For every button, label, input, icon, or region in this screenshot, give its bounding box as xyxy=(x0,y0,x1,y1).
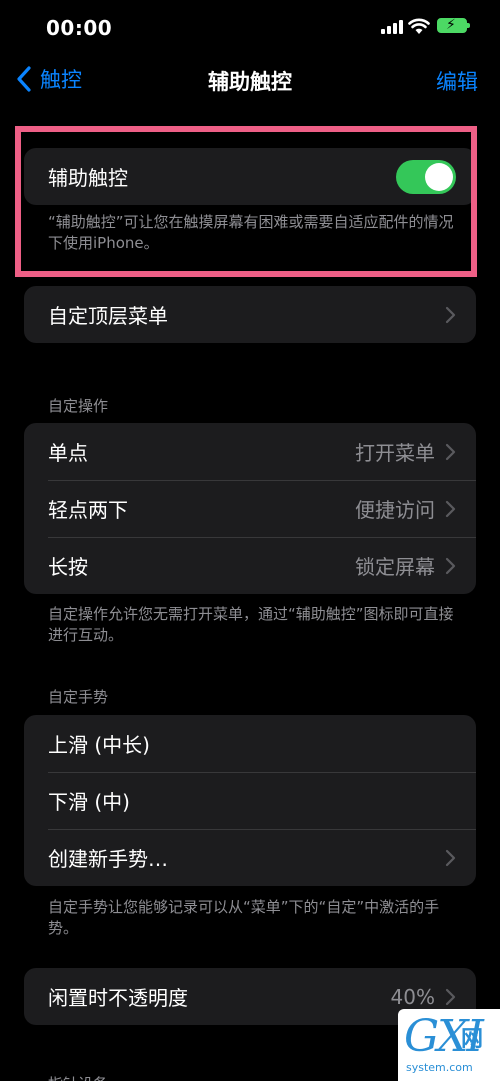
gesture-swipe-down-row[interactable]: 下滑 (中) xyxy=(24,772,476,829)
status-bar: 00:00 ⚡ xyxy=(0,0,500,56)
screen: 00:00 ⚡ 触控 辅助触控 编辑 辅助触控 “辅助触控”可让您在触摸屏幕有困… xyxy=(0,0,500,1081)
customize-top-menu-row[interactable]: 自定顶层菜单 xyxy=(24,286,476,343)
charging-bolt-icon: ⚡ xyxy=(446,17,456,33)
gesture-swipe-down-label: 下滑 (中) xyxy=(48,790,130,814)
status-time: 00:00 xyxy=(46,16,113,40)
single-tap-row[interactable]: 单点 打开菜单 xyxy=(24,423,476,480)
wifi-icon xyxy=(408,18,430,34)
single-tap-label: 单点 xyxy=(48,441,88,465)
assistive-touch-group: 辅助触控 xyxy=(24,148,476,205)
toggle-knob xyxy=(425,162,453,191)
gesture-swipe-up-row[interactable]: 上滑 (中长) xyxy=(24,715,476,772)
custom-gestures-header: 自定手势 xyxy=(48,688,109,706)
customize-top-menu-label: 自定顶层菜单 xyxy=(48,304,168,328)
chevron-right-icon xyxy=(445,849,456,866)
top-menu-group: 自定顶层菜单 xyxy=(24,286,476,343)
double-tap-label: 轻点两下 xyxy=(48,498,128,522)
chevron-right-icon xyxy=(445,500,456,517)
long-press-label: 长按 xyxy=(48,555,88,579)
double-tap-value: 便捷访问 xyxy=(355,498,435,522)
watermark-logo: GXI 网 system.com xyxy=(398,1009,500,1081)
custom-gestures-footer: 自定手势让您能够记录可以从“菜单”下的“自定”中激活的手势。 xyxy=(48,898,440,937)
page-title: 辅助触控 xyxy=(208,70,292,94)
chevron-right-icon xyxy=(445,443,456,460)
pointer-devices-header: 指针设备 xyxy=(48,1073,108,1081)
assistive-touch-toggle[interactable] xyxy=(396,159,456,194)
navigation-bar: 触控 辅助触控 编辑 xyxy=(0,56,500,106)
battery-icon: ⚡ xyxy=(437,17,470,33)
gesture-swipe-up-label: 上滑 (中长) xyxy=(48,733,150,757)
edit-button[interactable]: 编辑 xyxy=(436,66,478,96)
cellular-signal-icon xyxy=(381,20,403,34)
chevron-right-icon xyxy=(445,306,456,323)
chevron-right-icon xyxy=(445,988,456,1005)
custom-actions-group: 单点 打开菜单 轻点两下 便捷访问 长按 锁定屏幕 xyxy=(24,423,476,594)
custom-actions-footer: 自定操作允许您无需打开菜单，通过“辅助触控”图标即可直接进行互动。 xyxy=(48,605,454,644)
assistive-touch-label: 辅助触控 xyxy=(48,166,128,190)
assistive-touch-description: “辅助触控”可让您在触摸屏幕有困难或需要自适应配件的情况下使用iPhone。 xyxy=(48,213,454,252)
watermark-cn-text: 网 xyxy=(461,1027,484,1052)
custom-actions-header: 自定操作 xyxy=(48,397,109,415)
long-press-row[interactable]: 长按 锁定屏幕 xyxy=(24,537,476,594)
long-press-value: 锁定屏幕 xyxy=(355,555,435,579)
double-tap-row[interactable]: 轻点两下 便捷访问 xyxy=(24,480,476,537)
create-new-gesture-label: 创建新手势… xyxy=(48,847,168,871)
idle-opacity-value: 40% xyxy=(390,984,435,1009)
idle-opacity-label: 闲置时不透明度 xyxy=(48,986,188,1010)
assistive-touch-row: 辅助触控 xyxy=(24,148,476,205)
custom-gestures-group: 上滑 (中长) 下滑 (中) 创建新手势… xyxy=(24,715,476,886)
create-new-gesture-row[interactable]: 创建新手势… xyxy=(24,829,476,886)
single-tap-value: 打开菜单 xyxy=(355,441,435,465)
chevron-right-icon xyxy=(445,557,456,574)
watermark-domain: system.com xyxy=(406,1061,473,1074)
